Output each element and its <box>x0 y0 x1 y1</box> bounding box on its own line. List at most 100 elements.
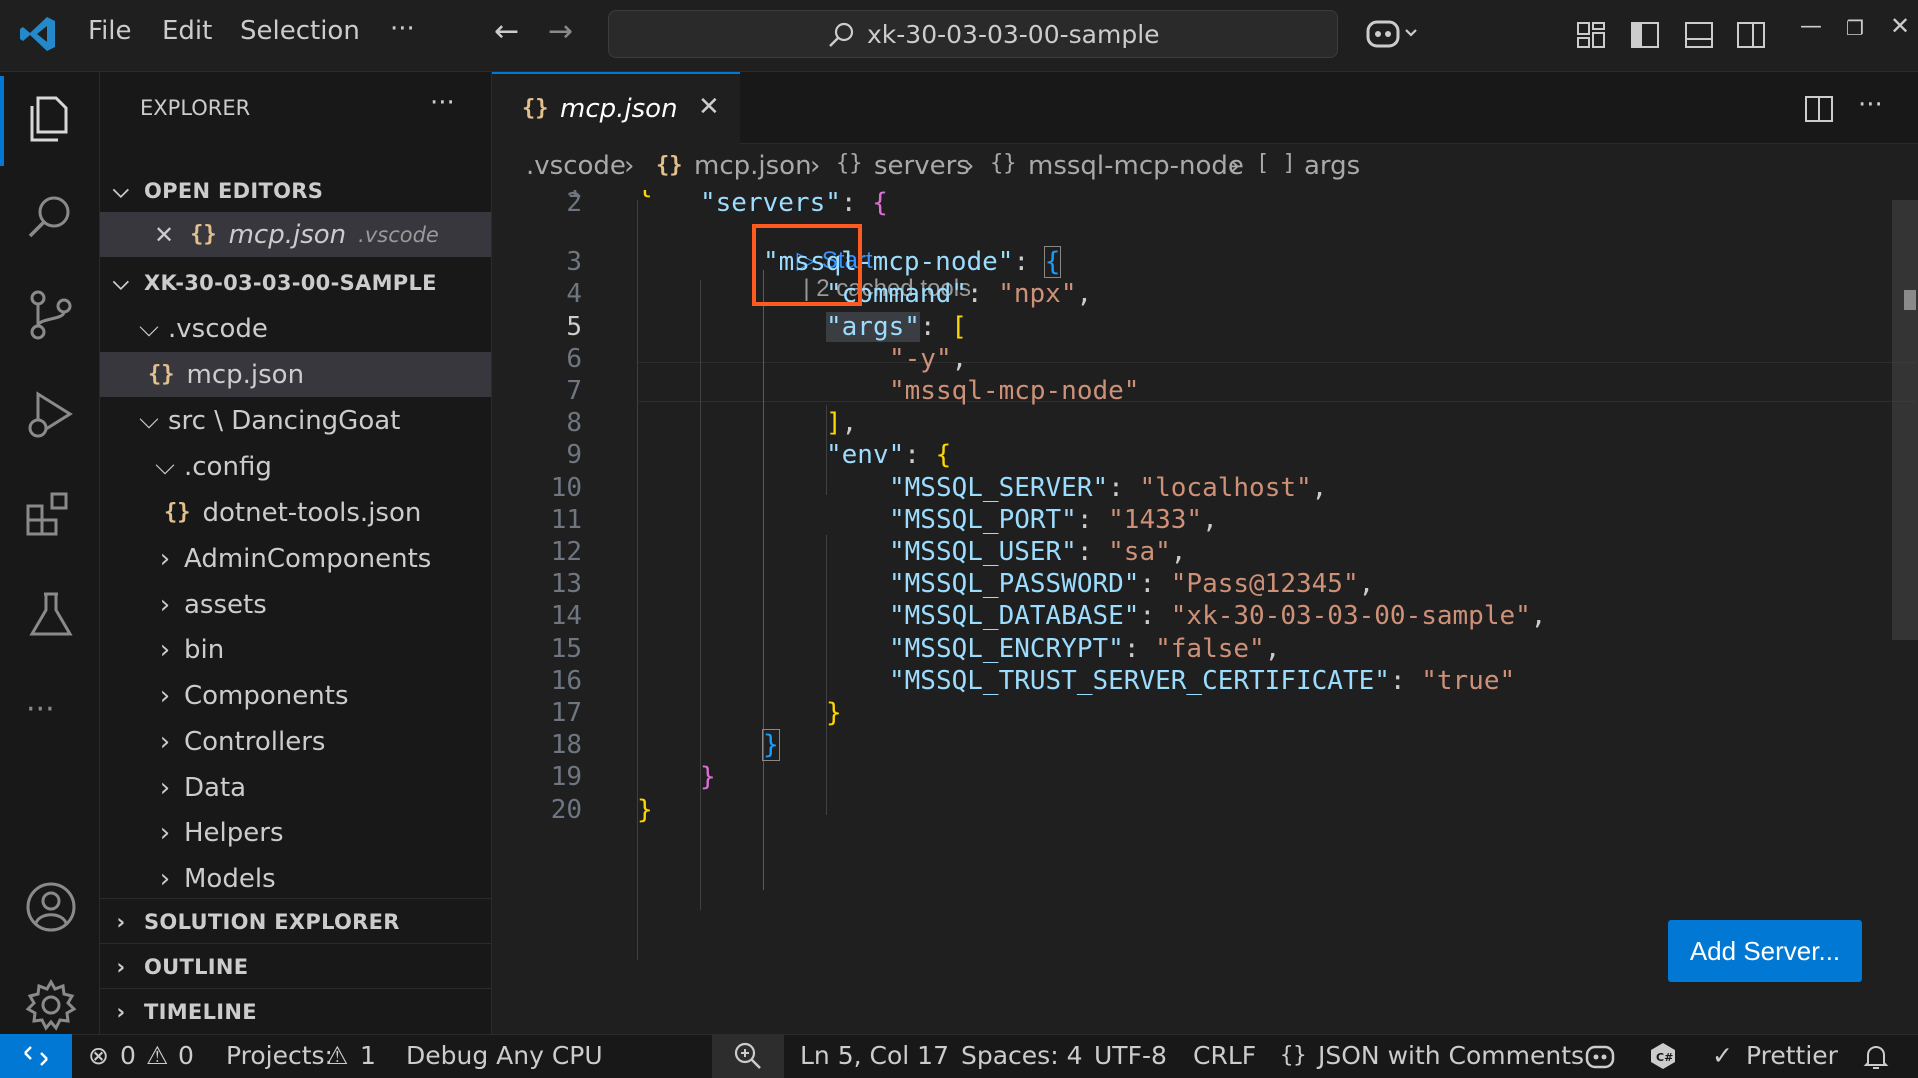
breadcrumb-mssql-mcp-node[interactable]: mssql-mcp-node <box>1028 151 1244 181</box>
line-endings[interactable]: CRLF <box>1193 1041 1256 1070</box>
tree-item-src-dancinggoat[interactable]: ⌵ src \ DancingGoat <box>100 398 491 443</box>
projects-warning-count[interactable]: 1 <box>360 1041 376 1070</box>
code-line-12: "MSSQL_USER": "sa", <box>889 537 1187 567</box>
json-file-icon: {} <box>148 362 175 387</box>
chevron-right-icon: › <box>116 954 126 979</box>
line-number: 4 <box>566 279 582 309</box>
more-views-icon[interactable]: ··· <box>26 692 55 727</box>
vscode-logo-icon <box>20 17 55 51</box>
tree-item-bin[interactable]: › bin <box>100 627 491 672</box>
explorer-more-icon[interactable]: ··· <box>430 88 455 118</box>
tree-item-components[interactable]: › Components <box>100 673 491 718</box>
tree-item-mcp-json[interactable]: {} mcp.json <box>100 352 491 397</box>
warnings-count[interactable]: 0 <box>178 1041 194 1070</box>
tree-item-vscode[interactable]: ⌵ .vscode <box>100 306 491 351</box>
json-file-icon: {} <box>190 222 217 247</box>
indentation[interactable]: Spaces: 4 <box>961 1041 1082 1070</box>
source-control-icon[interactable] <box>24 288 78 342</box>
errors-icon[interactable]: ⊗ <box>88 1041 109 1070</box>
warning-icon[interactable]: ⚠ <box>146 1041 168 1070</box>
menu-selection[interactable]: Selection <box>240 16 360 46</box>
menu-file[interactable]: File <box>88 16 132 46</box>
code-line-2: "servers": { <box>700 190 888 218</box>
code-editor[interactable]: 1 2 3 4 5 6 7 8 9 10 11 12 13 14 15 16 1… <box>492 190 1918 1034</box>
breadcrumb-mcp-json[interactable]: mcp.json <box>694 151 812 181</box>
breadcrumb-servers[interactable]: servers <box>874 151 970 181</box>
timeline-header[interactable]: › TIMELINE <box>100 988 491 1034</box>
editor-scrollbar[interactable] <box>1892 200 1918 640</box>
tree-item-dotnet-tools[interactable]: {} dotnet-tools.json <box>100 490 491 535</box>
prettier-status[interactable]: Prettier <box>1746 1041 1838 1070</box>
notifications-bell-icon[interactable] <box>1862 1043 1890 1071</box>
editor-more-icon[interactable]: ··· <box>1858 90 1883 120</box>
breadcrumb-vscode[interactable]: .vscode <box>526 151 626 181</box>
open-editor-item[interactable]: ✕ {} mcp.json .vscode <box>100 212 491 257</box>
open-editors-header[interactable]: ⌵ OPEN EDITORS <box>100 168 491 213</box>
tree-item-data[interactable]: › Data <box>100 765 491 810</box>
zoom-button[interactable] <box>712 1034 784 1078</box>
tree-item-controllers[interactable]: › Controllers <box>100 719 491 764</box>
workspace-header[interactable]: ⌵ XK-30-03-03-00-SAMPLE <box>100 260 491 305</box>
tree-item-helpers[interactable]: › Helpers <box>100 810 491 855</box>
copilot-status-icon[interactable] <box>1584 1043 1616 1071</box>
chevron-right-icon: › <box>159 726 171 757</box>
tree-item-models[interactable]: › Models <box>100 856 491 901</box>
extensions-icon[interactable] <box>24 488 78 542</box>
chevron-right-icon: › <box>159 772 171 803</box>
add-server-button[interactable]: Add Server... <box>1668 920 1862 982</box>
split-editor-icon[interactable] <box>1804 94 1834 124</box>
customize-layout-icon[interactable] <box>1576 20 1606 50</box>
language-mode[interactable]: JSON with Comments <box>1318 1041 1584 1070</box>
json-file-icon: {} <box>164 500 191 525</box>
code-line-16: "MSSQL_TRUST_SERVER_CERTIFICATE": "true" <box>889 666 1516 696</box>
outline-header[interactable]: › OUTLINE <box>100 943 491 989</box>
indent-guide <box>700 280 701 910</box>
minimize-icon[interactable]: — <box>1800 14 1822 39</box>
csharp-icon[interactable]: C# <box>1648 1041 1678 1071</box>
remote-icon <box>24 1046 48 1066</box>
chevron-right-icon: › <box>116 999 126 1024</box>
run-debug-icon[interactable] <box>24 388 78 442</box>
zoom-in-icon <box>734 1042 761 1069</box>
copilot-icon[interactable] <box>1366 16 1418 52</box>
accounts-icon[interactable] <box>24 880 78 934</box>
menu-more[interactable]: ··· <box>390 14 415 44</box>
command-center-search[interactable]: xk-30-03-03-00-sample <box>608 10 1338 58</box>
forward-arrow-icon[interactable]: → <box>548 14 573 49</box>
debug-config[interactable]: Debug Any CPU <box>406 1041 603 1070</box>
tree-item-config[interactable]: ⌵ .config <box>100 444 491 489</box>
restore-icon[interactable]: ❐ <box>1846 16 1864 40</box>
line-number: 3 <box>566 247 582 277</box>
close-window-icon[interactable]: ✕ <box>1890 12 1910 40</box>
solution-explorer-header[interactable]: › SOLUTION EXPLORER <box>100 898 491 944</box>
tree-item-assets[interactable]: › assets <box>100 582 491 627</box>
projects-label[interactable]: Projects: <box>226 1041 333 1070</box>
back-arrow-icon[interactable]: ← <box>494 14 519 49</box>
explorer-files-icon[interactable] <box>24 92 78 146</box>
close-editor-icon[interactable]: ✕ <box>154 221 174 249</box>
object-icon: {} <box>836 151 863 176</box>
errors-count[interactable]: 0 <box>120 1041 136 1070</box>
chevron-right-icon: › <box>964 151 975 181</box>
code-line-9: "env": { <box>826 440 952 470</box>
encoding[interactable]: UTF-8 <box>1094 1041 1167 1070</box>
line-number: 20 <box>550 795 582 825</box>
breadcrumb-args[interactable]: args <box>1304 151 1360 181</box>
activity-bar: ··· <box>0 72 100 1034</box>
tree-item-admincomponents[interactable]: › AdminComponents <box>100 536 491 581</box>
remote-indicator[interactable] <box>0 1034 72 1078</box>
cursor-position[interactable]: Ln 5, Col 17 <box>800 1041 949 1070</box>
testing-flask-icon[interactable] <box>24 588 78 642</box>
menu-edit[interactable]: Edit <box>162 16 212 46</box>
toggle-secondary-sidebar-icon[interactable] <box>1736 20 1766 50</box>
code-line-8: ], <box>826 408 858 438</box>
toggle-primary-sidebar-icon[interactable] <box>1630 20 1660 50</box>
toggle-panel-icon[interactable] <box>1684 20 1714 50</box>
tab-mcp-json[interactable]: {} mcp.json ✕ <box>492 72 740 145</box>
array-icon: [ ] <box>1256 151 1296 176</box>
search-sidebar-icon[interactable] <box>24 190 78 244</box>
close-tab-icon[interactable]: ✕ <box>698 92 720 122</box>
settings-gear-icon[interactable] <box>24 978 78 1032</box>
status-bar: ⊗ 0 ⚠ 0 Projects: ⚠ 1 Debug Any CPU Ln 5… <box>0 1034 1918 1078</box>
chevron-down-icon: ⌵ <box>155 451 175 481</box>
